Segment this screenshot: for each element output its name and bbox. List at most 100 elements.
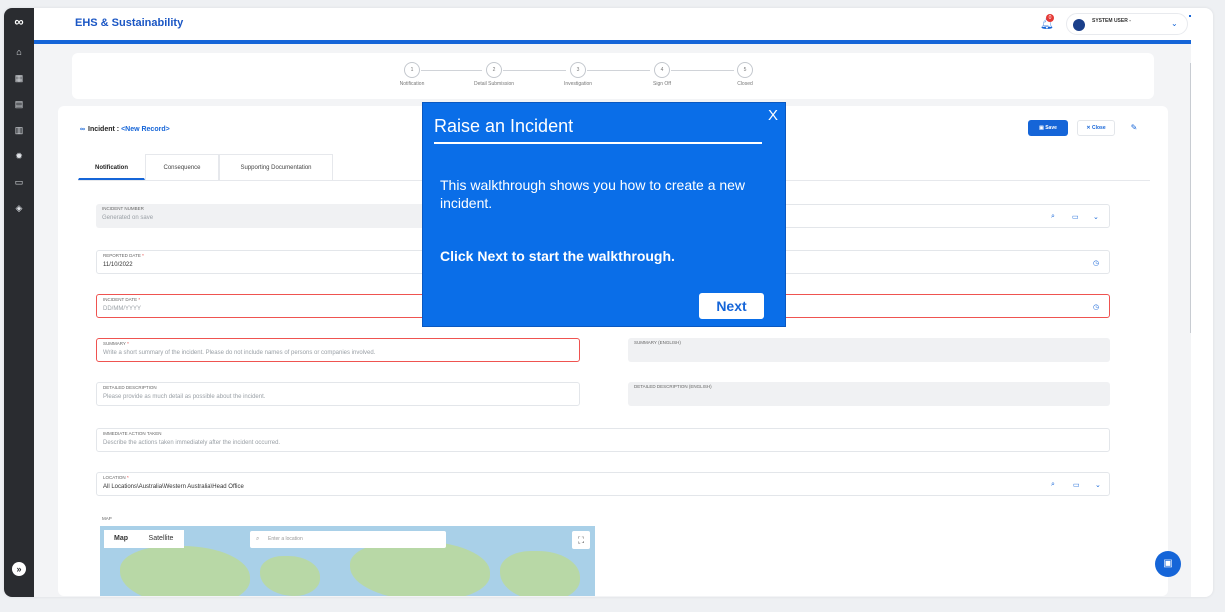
- immediate-action-field[interactable]: IMMEDIATE ACTION TAKEN Describe the acti…: [96, 428, 1110, 452]
- map-landmass: [500, 551, 580, 596]
- tab-supporting-documentation[interactable]: Supporting Documentation: [219, 154, 333, 180]
- record-title-prefix: Incident :: [88, 126, 122, 133]
- top-bar: EHS & Sustainability 🔔︎ 0 SYSTEM USER - …: [34, 8, 1195, 40]
- step-number: 4: [654, 62, 670, 78]
- user-avatar-icon: [1073, 19, 1085, 31]
- reported-time-field[interactable]: ◷: [778, 250, 1110, 274]
- folder-icon[interactable]: ▭: [1073, 481, 1080, 489]
- record-title: ∞ Incident : <New Record>: [80, 126, 170, 133]
- incident-date-label: INCIDENT DATE *: [103, 297, 141, 302]
- chevron-down-icon[interactable]: ⌄: [1093, 213, 1099, 221]
- search-icon: ⌕: [256, 536, 260, 542]
- summary-field[interactable]: SUMMARY * Write a short summary of the i…: [96, 338, 580, 362]
- summary-placeholder: Write a short summary of the incident. P…: [103, 350, 376, 356]
- detailed-description-field[interactable]: DETAILED DESCRIPTION Please provide as m…: [96, 382, 580, 406]
- map-landmass: [260, 556, 320, 596]
- save-label: Save: [1045, 125, 1057, 131]
- incident-number-label: INCIDENT NUMBER: [102, 206, 144, 211]
- app-title: EHS & Sustainability: [75, 17, 184, 29]
- edit-icon[interactable]: ✎: [1126, 120, 1142, 136]
- save-button[interactable]: ▣ Save: [1028, 120, 1068, 136]
- record-title-link[interactable]: <New Record>: [121, 126, 170, 133]
- map-landmass: [350, 541, 490, 596]
- summary-english-label: SUMMARY (ENGLISH): [634, 340, 681, 345]
- step-label: Notification: [399, 81, 425, 87]
- modal-divider: [434, 142, 762, 144]
- step-label: Sign Off: [653, 81, 671, 87]
- map-tab-satellite[interactable]: Satellite: [138, 530, 184, 548]
- step-investigation[interactable]: 3 Investigation: [548, 62, 608, 87]
- next-button[interactable]: Next: [699, 293, 764, 319]
- step-label: Closed: [737, 81, 753, 87]
- modal-instruction: Click Next to start the walkthrough.: [440, 248, 675, 264]
- user-menu[interactable]: SYSTEM USER - ⌄: [1066, 13, 1188, 35]
- folder-icon[interactable]: ▭: [1072, 213, 1079, 221]
- laptop-icon[interactable]: ▭: [13, 176, 25, 188]
- step-label: Investigation: [563, 81, 593, 87]
- layers-icon[interactable]: ◈: [13, 202, 25, 214]
- user-name: SYSTEM USER -: [1092, 18, 1131, 24]
- immediate-action-placeholder: Describe the actions taken immediately a…: [103, 440, 281, 446]
- chevron-down-icon[interactable]: ⌄: [1095, 481, 1101, 489]
- sidebar: ∞ ⌂ ▦ ▤ ▥ ✹ ▭ ◈ »: [4, 8, 34, 597]
- modal-close-button[interactable]: X: [768, 107, 778, 124]
- detailed-description-placeholder: Please provide as much detail as possibl…: [103, 394, 266, 400]
- detailed-description-english-field[interactable]: DETAILED DESCRIPTION (ENGLISH): [628, 382, 1110, 406]
- map-search-input[interactable]: ⌕ Enter a location: [250, 531, 446, 548]
- immediate-action-label: IMMEDIATE ACTION TAKEN: [103, 431, 162, 436]
- map-label: MAP: [102, 516, 112, 521]
- summary-label: SUMMARY *: [103, 341, 129, 346]
- search-icon[interactable]: ⌕: [1051, 481, 1055, 489]
- step-notification[interactable]: 1 Notification: [382, 62, 442, 87]
- tab-consequence[interactable]: Consequence: [145, 154, 219, 180]
- close-button[interactable]: ✕ Close: [1077, 120, 1115, 136]
- home-icon[interactable]: ⌂: [13, 46, 25, 58]
- modal-title: Raise an Incident: [434, 116, 574, 136]
- step-detail-submission[interactable]: 2 Detail Submission: [464, 62, 524, 87]
- chevron-down-icon: ⌄: [1171, 19, 1178, 28]
- walkthrough-modal: Raise an Incident X This walkthrough sho…: [422, 102, 786, 327]
- map-landmass: [120, 546, 250, 596]
- location-field[interactable]: LOCATION * All Locations\Australia\Weste…: [96, 472, 1110, 496]
- map-search-placeholder: Enter a location: [268, 536, 303, 542]
- decor-dot: [1189, 15, 1191, 17]
- reported-date-value: 11/10/2022: [103, 262, 133, 268]
- step-label: Detail Submission: [473, 81, 515, 87]
- summary-english-field[interactable]: SUMMARY (ENGLISH): [628, 338, 1110, 362]
- location-label: LOCATION *: [103, 475, 129, 480]
- location-map[interactable]: Map Satellite ⌕ Enter a location ⛶: [100, 526, 595, 596]
- expand-sidebar-icon[interactable]: »: [12, 562, 26, 576]
- app-logo-icon[interactable]: ∞: [9, 14, 29, 30]
- step-number: 2: [486, 62, 502, 78]
- step-closed[interactable]: 5 Closed: [715, 62, 775, 87]
- floating-save-button[interactable]: ▣: [1155, 551, 1181, 577]
- search-icon[interactable]: ⌕: [1051, 213, 1055, 221]
- reported-date-label: REPORTED DATE *: [103, 253, 144, 258]
- step-number: 5: [737, 62, 753, 78]
- chart-icon[interactable]: ▥: [13, 124, 25, 136]
- incident-time-field[interactable]: ◷: [778, 294, 1110, 318]
- gear-icon[interactable]: ✹: [13, 150, 25, 162]
- close-label: Close: [1091, 125, 1106, 131]
- save-icon: ▣: [1163, 558, 1173, 569]
- incident-date-placeholder: DD/MM/YYYY: [103, 306, 142, 312]
- clock-icon[interactable]: ◷: [1093, 303, 1099, 311]
- notification-badge: 0: [1046, 14, 1054, 22]
- step-number: 3: [570, 62, 586, 78]
- grid-icon[interactable]: ▦: [13, 72, 25, 84]
- detailed-description-english-label: DETAILED DESCRIPTION (ENGLISH): [634, 384, 712, 389]
- incident-icon: ∞: [80, 126, 85, 133]
- map-tab-map[interactable]: Map: [104, 530, 138, 548]
- tab-notification[interactable]: Notification: [78, 154, 145, 180]
- detailed-description-label: DETAILED DESCRIPTION: [103, 385, 157, 390]
- document-icon[interactable]: ▤: [13, 98, 25, 110]
- scrollbar[interactable]: [1190, 63, 1191, 333]
- workflow-stepper: 1 Notification 2 Detail Submission 3 Inv…: [72, 53, 1154, 99]
- incident-number-placeholder: Generated on save: [102, 215, 154, 221]
- location-value: All Locations\Australia\Western Australi…: [103, 484, 244, 490]
- incident-type-field[interactable]: ⌕ ▭ ⌄: [778, 204, 1110, 228]
- step-sign-off[interactable]: 4 Sign Off: [632, 62, 692, 87]
- step-number: 1: [404, 62, 420, 78]
- clock-icon[interactable]: ◷: [1093, 259, 1099, 267]
- fullscreen-icon[interactable]: ⛶: [572, 531, 590, 549]
